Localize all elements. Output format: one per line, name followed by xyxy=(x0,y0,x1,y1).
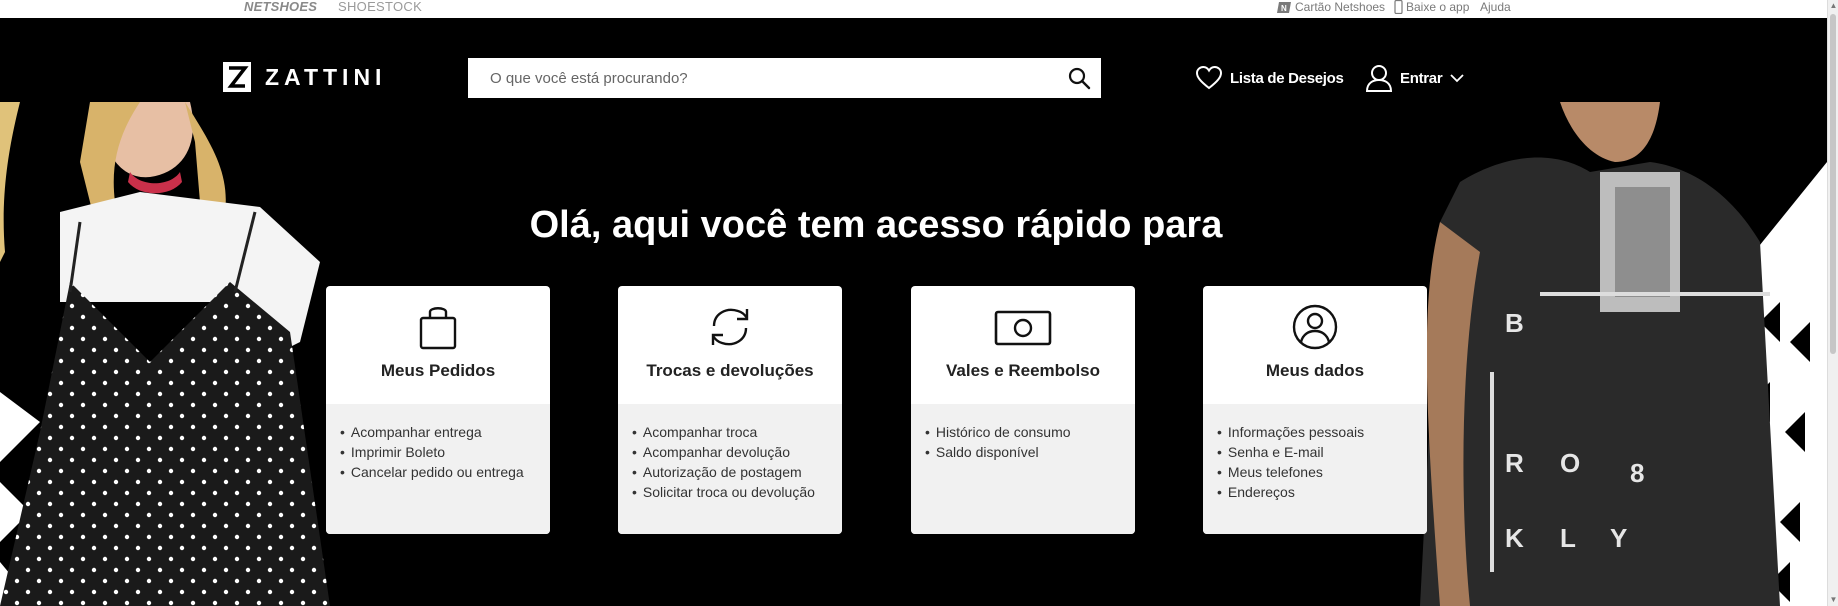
svg-text:8: 8 xyxy=(1630,458,1644,488)
card-link[interactable]: Solicitar troca ou devolução xyxy=(632,482,842,502)
card-title: Meus dados xyxy=(1265,361,1365,380)
user-icon xyxy=(1366,65,1392,92)
card-link-list: Acompanhar entrega Imprimir Boleto Cance… xyxy=(326,404,550,534)
card-link[interactable]: Meus telefones xyxy=(1217,462,1427,482)
search-bar xyxy=(468,58,1101,98)
card-icon: N xyxy=(1277,1,1291,13)
app-download-link[interactable]: Baixe o app xyxy=(1394,0,1469,14)
card-meus-dados[interactable]: Meus dados Informações pessoais Senha e … xyxy=(1203,286,1427,534)
shoestock-link[interactable]: SHOESTOCK xyxy=(338,0,422,14)
wishlist-link[interactable]: Lista de Desejos xyxy=(1196,66,1344,90)
svg-text:B: B xyxy=(1505,308,1524,338)
card-link[interactable]: Saldo disponível xyxy=(925,442,1135,462)
help-link[interactable]: Ajuda xyxy=(1480,0,1511,14)
user-circle-icon xyxy=(1292,304,1338,350)
login-dropdown[interactable]: Entrar xyxy=(1366,64,1465,92)
card-header: Trocas e devoluções xyxy=(618,286,842,404)
scrollbar-thumb[interactable] xyxy=(1830,14,1836,354)
svg-text:N: N xyxy=(1281,4,1287,13)
hero-title: Olá, aqui você tem acesso rápido para xyxy=(529,204,1223,246)
model-photo-left xyxy=(0,102,330,606)
netshoes-link[interactable]: NETSHOES xyxy=(244,0,317,14)
chevron-down-icon xyxy=(1450,73,1465,82)
heart-icon xyxy=(1196,66,1222,90)
search-input[interactable] xyxy=(468,58,1050,98)
app-label: Baixe o app xyxy=(1406,0,1470,14)
top-utility-bar: NETSHOES SHOESTOCK N Cartão Netshoes Bai… xyxy=(0,0,1827,18)
cartao-label: Cartão Netshoes xyxy=(1295,0,1386,14)
card-link[interactable]: Autorização de postagem xyxy=(632,462,842,482)
card-trocas-devolucoes[interactable]: Trocas e devoluções Acompanhar troca Aco… xyxy=(618,286,842,534)
svg-text:K: K xyxy=(1505,523,1524,553)
card-link-list: Informações pessoais Senha e E-mail Meus… xyxy=(1203,404,1427,534)
login-label: Entrar xyxy=(1400,69,1443,87)
card-title: Vales e Reembolso xyxy=(945,361,1101,380)
card-vales-reembolso[interactable]: Vales e Reembolso Histórico de consumo S… xyxy=(911,286,1135,534)
phone-icon xyxy=(1394,0,1403,14)
svg-text:Y: Y xyxy=(1610,523,1627,553)
card-link-list: Histórico de consumo Saldo disponível xyxy=(911,404,1135,534)
card-meus-pedidos[interactable]: Meus Pedidos Acompanhar entrega Imprimir… xyxy=(326,286,550,534)
money-bill-icon xyxy=(994,310,1052,346)
search-icon[interactable] xyxy=(1067,66,1091,90)
wishlist-label: Lista de Desejos xyxy=(1230,69,1344,87)
card-link[interactable]: Histórico de consumo xyxy=(925,422,1135,442)
zattini-logo[interactable]: ZATTINI xyxy=(223,62,386,92)
svg-text:L: L xyxy=(1560,523,1576,553)
card-header: Meus dados xyxy=(1203,286,1427,404)
card-header: Vales e Reembolso xyxy=(911,286,1135,404)
shopping-bag-icon xyxy=(419,307,457,350)
svg-text:O: O xyxy=(1560,448,1580,478)
card-link[interactable]: Acompanhar troca xyxy=(632,422,842,442)
card-title: Meus Pedidos xyxy=(380,361,496,380)
scroll-up-icon[interactable]: ▲ xyxy=(1829,1,1838,11)
zattini-logo-mark xyxy=(223,62,251,92)
card-link[interactable]: Cancelar pedido ou entrega xyxy=(340,462,550,482)
card-link-list: Acompanhar troca Acompanhar devolução Au… xyxy=(618,404,842,534)
exchange-arrows-icon xyxy=(711,308,749,346)
svg-text:R: R xyxy=(1505,448,1524,478)
hero-section: B R O K L Y 8 Olá, aqui você tem acesso … xyxy=(0,102,1827,606)
cartao-netshoes-link[interactable]: N Cartão Netshoes xyxy=(1276,0,1385,14)
card-link[interactable]: Informações pessoais xyxy=(1217,422,1427,442)
card-link[interactable]: Endereços xyxy=(1217,482,1427,502)
vertical-scrollbar[interactable]: ▲ ▼ xyxy=(1827,0,1838,606)
card-title: Trocas e devoluções xyxy=(646,361,814,380)
card-header: Meus Pedidos xyxy=(326,286,550,404)
card-link[interactable]: Acompanhar devolução xyxy=(632,442,842,462)
scroll-down-icon[interactable]: ▼ xyxy=(1829,595,1838,605)
model-photo-right: B R O K L Y 8 xyxy=(1400,102,1827,606)
main-header: ZATTINI Lista de Desejos Entrar xyxy=(0,18,1827,102)
card-link[interactable]: Imprimir Boleto xyxy=(340,442,550,462)
card-link[interactable]: Senha e E-mail xyxy=(1217,442,1427,462)
card-link[interactable]: Acompanhar entrega xyxy=(340,422,550,442)
logo-text: ZATTINI xyxy=(265,63,387,90)
